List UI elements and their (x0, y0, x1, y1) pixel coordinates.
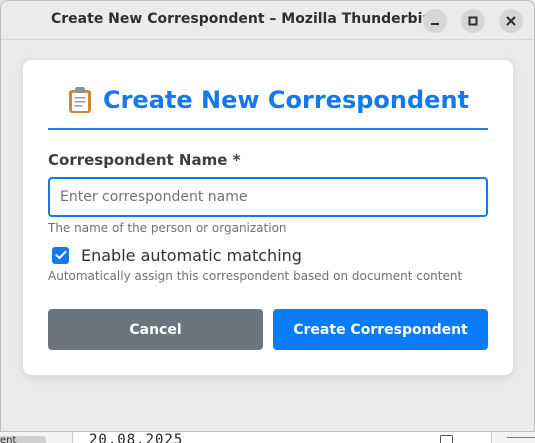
background-date-value: 20.08.2025 (89, 432, 184, 443)
correspondent-name-help: The name of the person or organization (48, 221, 287, 235)
maximize-button[interactable] (461, 9, 485, 33)
auto-match-label[interactable]: Enable automatic matching (81, 246, 302, 265)
auto-match-option[interactable]: Enable automatic matching (52, 245, 302, 265)
cancel-button[interactable]: Cancel (48, 309, 263, 350)
maximize-icon (468, 16, 478, 26)
title-divider (48, 128, 488, 130)
window-title: Create New Correspondent – Mozilla Thund… (51, 11, 440, 27)
clipboard-icon (68, 87, 91, 113)
auto-match-checkbox[interactable] (52, 246, 69, 264)
correspondent-name-label: Correspondent Name * (48, 151, 241, 169)
create-correspondent-form: Create New Correspondent Correspondent N… (23, 60, 513, 375)
correspondent-name-input[interactable] (48, 177, 488, 217)
auto-match-help: Automatically assign this correspondent … (48, 269, 463, 283)
create-correspondent-button[interactable]: Create Correspondent (273, 309, 488, 350)
dialog-title: Create New Correspondent (102, 86, 470, 114)
minimize-button[interactable] (423, 9, 447, 33)
close-button[interactable] (499, 9, 523, 33)
background-tab-label: ent (0, 435, 17, 443)
calendar-icon[interactable] (440, 435, 453, 443)
minimize-icon (431, 23, 439, 25)
checkmark-icon (55, 250, 66, 259)
close-icon (506, 16, 516, 26)
window-content: Create New Correspondent Correspondent N… (1, 41, 534, 431)
dialog-heading: Create New Correspondent (48, 82, 488, 118)
dialog-window: Create New Correspondent – Mozilla Thund… (0, 0, 535, 432)
titlebar: Create New Correspondent – Mozilla Thund… (1, 1, 534, 40)
